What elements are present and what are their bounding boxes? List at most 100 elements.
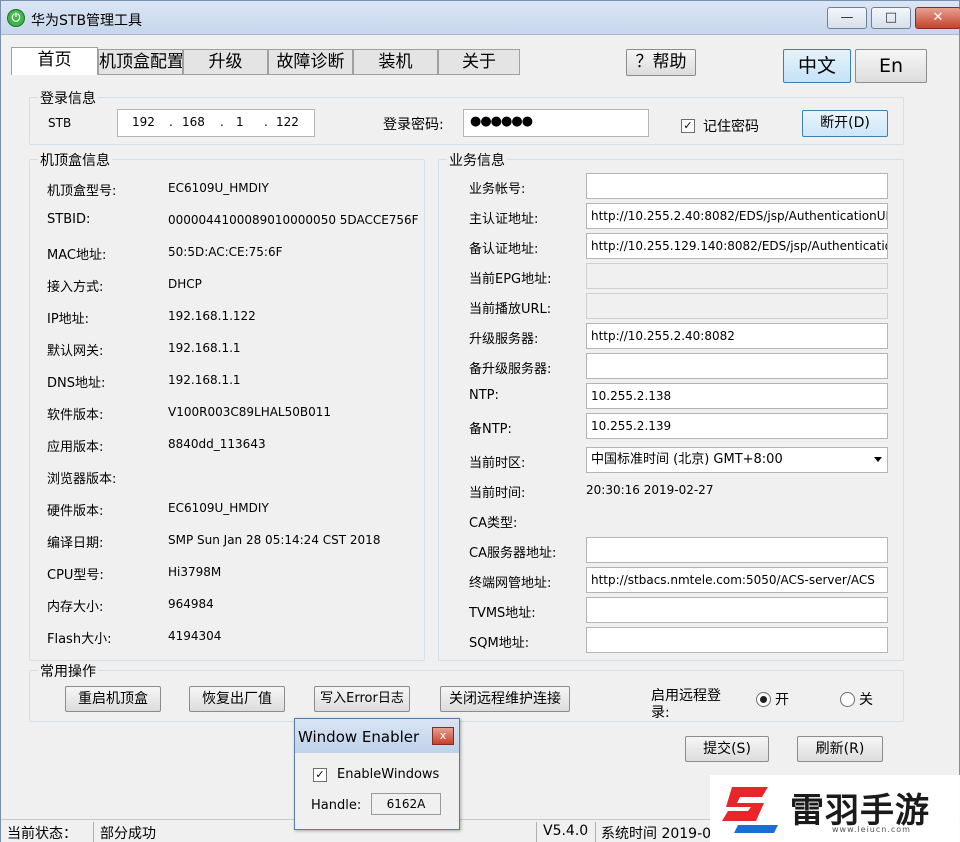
service-info-field[interactable]: 10.255.2.138 [586, 383, 888, 409]
submit-button[interactable]: 提交(S) [685, 736, 769, 762]
service-info-label: 当前播放URL: [469, 302, 552, 317]
stb-label: STB [48, 116, 72, 130]
stb-info-value: 192.168.1.1 [168, 373, 241, 387]
watermark: 雷羽手游网 www.leiucn.com [710, 775, 960, 842]
window-title: 华为STB管理工具 [31, 13, 143, 29]
ip-octet-4: 122 [276, 115, 299, 129]
remember-password-checkbox[interactable]: ✓ [681, 119, 695, 133]
stb-info-value: 964984 [168, 597, 214, 611]
enable-windows-checkbox[interactable]: ✓ [313, 768, 327, 782]
close-button[interactable]: ✕ [915, 7, 960, 29]
service-info-field [586, 293, 888, 319]
stb-info-label: 机顶盒型号: [47, 184, 117, 199]
watermark-url: www.leiucn.com [832, 825, 911, 834]
stb-info-value: 8840dd_113643 [168, 437, 266, 451]
password-label: 登录密码: [383, 117, 444, 133]
service-info-field[interactable]: http://stbacs.nmtele.com:5050/ACS-server… [586, 567, 888, 593]
window-enabler-close-button[interactable]: x [432, 727, 454, 745]
stb-info-value: EC6109U_HMDIY [168, 181, 269, 195]
reboot-stb-button[interactable]: 重启机顶盒 [65, 686, 161, 712]
remote-on-radio[interactable] [756, 692, 771, 707]
service-info-label: 备NTP: [469, 422, 512, 437]
system-time-label: 系统时间 2019-0 [601, 826, 712, 842]
minimize-button[interactable]: — [827, 7, 867, 29]
stb-info-value: SMP Sun Jan 28 05:14:24 CST 2018 [168, 533, 381, 547]
stb-info-label: 内存大小: [47, 600, 104, 615]
service-info-field[interactable] [586, 627, 888, 653]
stb-info-value: 192.168.1.1 [168, 341, 241, 355]
service-info-label: 终端网管地址: [469, 576, 552, 591]
stb-info-value: 192.168.1.122 [168, 309, 256, 323]
stb-info-label: CPU型号: [47, 568, 104, 583]
tab-home[interactable]: 首页 [11, 47, 98, 75]
tab-install[interactable]: 装机 [353, 49, 438, 75]
service-info-label: 备认证地址: [469, 242, 539, 257]
stb-info-label: DNS地址: [47, 376, 106, 391]
refresh-button[interactable]: 刷新(R) [797, 736, 883, 762]
window-enabler-title-bar: Window Enabler x [295, 719, 459, 753]
stb-info-label: Flash大小: [47, 632, 112, 647]
service-info-label: NTP: [469, 388, 499, 403]
status-value: 部分成功 [100, 826, 156, 842]
password-field[interactable]: ●●●●●● [463, 109, 649, 137]
stb-info-value: V100R003C89LHAL50B011 [168, 405, 332, 419]
status-label: 当前状态： [7, 826, 77, 842]
service-info-field[interactable] [586, 597, 888, 623]
tab-stb-config[interactable]: 机顶盒配置 [98, 49, 183, 75]
service-info-field [586, 263, 888, 289]
title-bar: ⏻ 华为STB管理工具 — □ ✕ [1, 1, 960, 35]
lang-zh-button[interactable]: 中文 [783, 49, 851, 83]
service-info-field[interactable]: http://10.255.2.40:8082 [586, 323, 888, 349]
lang-en-button[interactable]: En [855, 49, 927, 83]
service-info-field[interactable] [586, 537, 888, 563]
disconnect-button[interactable]: 断开(D) [802, 110, 888, 137]
tab-upgrade[interactable]: 升级 [183, 49, 268, 75]
remember-password-label: 记住密码 [703, 119, 759, 135]
help-button[interactable]: ？帮助 [626, 49, 696, 76]
stb-info-value: DHCP [168, 277, 202, 291]
remote-login-label: 启用远程登录: [651, 688, 721, 721]
tab-about[interactable]: 关于 [438, 49, 520, 75]
stb-info-value: Hi3798M [168, 565, 222, 579]
service-info-label: 当前时间: [469, 486, 526, 501]
remote-off-radio[interactable] [840, 692, 855, 707]
app-power-icon: ⏻ [7, 9, 25, 27]
stb-info-label: 硬件版本: [47, 504, 104, 519]
main-window: ⏻ 华为STB管理工具 — □ ✕ 首页 机顶盒配置 升级 故障诊断 装机 关于… [0, 0, 960, 842]
maximize-button[interactable]: □ [871, 7, 911, 29]
service-info-label: TVMS地址: [469, 606, 536, 621]
stb-info-label: 接入方式: [47, 280, 104, 295]
service-info-label: SQM地址: [469, 636, 530, 651]
stb-info-label: IP地址: [47, 312, 90, 327]
handle-label: Handle: [311, 798, 362, 813]
enable-windows-label: EnableWindows [337, 767, 440, 782]
ip-octet-2: 168 [182, 115, 205, 129]
service-info-label: CA服务器地址: [469, 546, 557, 561]
service-info-label: 备升级服务器: [469, 362, 552, 377]
close-remote-maintenance-button[interactable]: 关闭远程维护连接 [440, 686, 570, 712]
remote-on-label: 开 [775, 692, 789, 708]
stb-ip-input[interactable]: 192 . 168 . 1 . 122 [117, 109, 315, 137]
stb-info-label: STBID: [47, 212, 91, 227]
stb-info-value: EC6109U_HMDIY [168, 501, 269, 515]
service-info-field[interactable] [586, 353, 888, 379]
stb-info-value: 50:5D:AC:CE:75:6F [168, 245, 283, 259]
stb-info-value: 0000044100089010000050 5DACCE756F [168, 213, 419, 227]
version-label: V5.4.0 [543, 823, 589, 839]
service-info-field[interactable]: http://10.255.129.140:8082/EDS/jsp/Authe… [586, 233, 888, 259]
handle-value: 6162A [371, 793, 441, 815]
write-error-log-button[interactable]: 写入Error日志 [314, 686, 410, 712]
stb-info-label: 编译日期: [47, 536, 104, 551]
timezone-select[interactable]: 中国标准时间 (北京) GMT+8:00 [586, 447, 888, 473]
service-info-label: 当前时区: [469, 456, 526, 471]
factory-reset-button[interactable]: 恢复出厂值 [189, 686, 285, 712]
service-info-group-label: 业务信息 [447, 150, 507, 170]
service-info-field[interactable]: 10.255.2.139 [586, 413, 888, 439]
common-ops-group-label: 常用操作 [38, 661, 98, 681]
chevron-down-icon[interactable] [874, 457, 882, 462]
service-info-field[interactable]: http://10.255.2.40:8082/EDS/jsp/Authenti… [586, 203, 888, 229]
tab-diagnostics[interactable]: 故障诊断 [268, 49, 353, 75]
service-info-field[interactable] [586, 173, 888, 199]
service-info-label: 升级服务器: [469, 332, 539, 347]
ip-octet-1: 192 [132, 115, 155, 129]
